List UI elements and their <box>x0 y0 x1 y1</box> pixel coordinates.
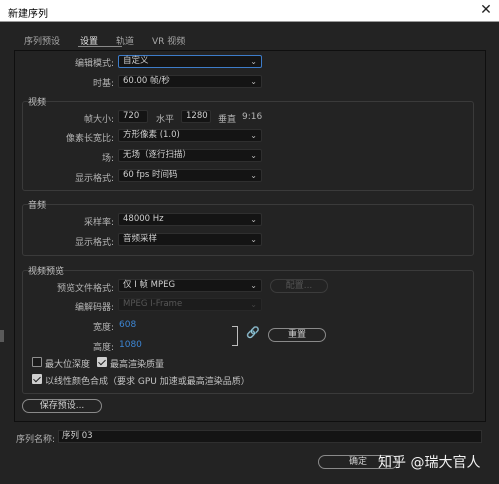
preview-file-format-label: 预览文件格式: <box>56 284 114 294</box>
preview-height-value[interactable]: 1080 <box>119 340 142 350</box>
sample-rate-select[interactable]: 48000 Hz ⌄ <box>118 213 262 226</box>
audio-group <box>22 204 474 256</box>
sequence-name-label: 序列名称: <box>16 435 56 445</box>
sample-rate-value: 48000 Hz <box>123 214 164 224</box>
edit-mode-select[interactable]: 自定义 ⌄ <box>118 55 262 68</box>
chevron-down-icon: ⌄ <box>250 300 257 309</box>
resize-handle <box>0 330 4 342</box>
frame-size-label: 帧大小: <box>83 115 114 125</box>
chevron-down-icon: ⌄ <box>250 171 257 180</box>
chevron-down-icon: ⌄ <box>250 151 257 160</box>
tab-sequence-presets[interactable]: 序列预设 <box>24 34 60 47</box>
frame-height-input[interactable]: 1280 <box>181 110 211 123</box>
watermark-text: 知乎 @瑞大官人 <box>378 455 481 471</box>
max-render-quality-label: 最高渲染质量 <box>110 360 165 370</box>
preview-width-value[interactable]: 608 <box>119 320 136 330</box>
max-bit-depth-checkbox[interactable] <box>32 357 42 367</box>
save-preset-button[interactable]: 保存预设... <box>22 399 102 413</box>
video-preview-section-title: 视频预览 <box>28 267 65 277</box>
horizontal-label: 水平 <box>156 115 175 125</box>
audio-section-title: 音频 <box>28 201 47 211</box>
fields-value: 无场（逐行扫描） <box>123 150 192 160</box>
link-icon[interactable]: 🔗 <box>246 326 260 339</box>
timebase-label: 时基: <box>92 79 114 89</box>
timebase-select[interactable]: 60.00 帧/秒 ⌄ <box>118 75 262 88</box>
preview-file-format-select[interactable]: 仅 I 帧 MPEG ⌄ <box>118 279 262 292</box>
link-bracket <box>232 326 238 346</box>
title-bar: 新建序列 ✕ <box>0 0 499 22</box>
preview-height-label: 高度: <box>92 343 114 353</box>
video-display-format-label: 显示格式: <box>74 174 114 184</box>
codec-label: 编解码器: <box>74 303 114 313</box>
timebase-value: 60.00 帧/秒 <box>123 76 170 86</box>
max-render-quality-checkbox[interactable] <box>97 357 107 367</box>
sample-rate-label: 采样率: <box>83 218 114 228</box>
audio-display-format-label: 显示格式: <box>74 238 114 248</box>
configure-button[interactable]: 配置... <box>270 279 328 293</box>
edit-mode-label: 编辑模式: <box>74 59 114 69</box>
pixel-aspect-label: 像素长宽比: <box>65 134 114 144</box>
chevron-down-icon: ⌄ <box>250 57 257 66</box>
preview-width-label: 宽度: <box>92 323 114 333</box>
video-display-format-select[interactable]: 60 fps 时间码 ⌄ <box>118 169 262 182</box>
chevron-down-icon: ⌄ <box>250 77 257 86</box>
chevron-down-icon: ⌄ <box>250 281 257 290</box>
audio-display-format-select[interactable]: 音频采样 ⌄ <box>118 233 262 246</box>
linear-color-checkbox[interactable] <box>32 374 42 384</box>
audio-display-format-value: 音频采样 <box>123 234 158 244</box>
active-tab-underline <box>78 46 122 47</box>
linear-color-label: 以线性颜色合成（要求 GPU 加速或最高渲染品质） <box>45 377 250 387</box>
codec-select[interactable]: MPEG I-Frame ⌄ <box>118 298 262 311</box>
tab-vr-video[interactable]: VR 视频 <box>152 34 185 47</box>
vertical-label: 垂直 <box>218 115 237 125</box>
chevron-down-icon: ⌄ <box>250 235 257 244</box>
codec-value: MPEG I-Frame <box>123 299 183 309</box>
chevron-down-icon: ⌄ <box>250 215 257 224</box>
chevron-down-icon: ⌄ <box>250 131 257 140</box>
window-title: 新建序列 <box>8 9 48 20</box>
fields-select[interactable]: 无场（逐行扫描） ⌄ <box>118 149 262 162</box>
max-bit-depth-label: 最大位深度 <box>45 360 91 370</box>
video-section-title: 视频 <box>28 98 47 108</box>
sequence-name-input[interactable]: 序列 03 <box>58 430 482 443</box>
aspect-ratio-text: 9:16 <box>242 112 263 122</box>
video-display-format-value: 60 fps 时间码 <box>123 170 178 180</box>
close-icon[interactable]: ✕ <box>477 1 495 19</box>
reset-button[interactable]: 重置 <box>268 328 326 342</box>
pixel-aspect-select[interactable]: 方形像素 (1.0) ⌄ <box>118 129 262 142</box>
frame-width-input[interactable]: 720 <box>118 110 148 123</box>
fields-label: 场: <box>101 154 114 164</box>
edit-mode-value: 自定义 <box>123 56 149 66</box>
pixel-aspect-value: 方形像素 (1.0) <box>123 130 180 140</box>
preview-file-format-value: 仅 I 帧 MPEG <box>123 280 176 290</box>
